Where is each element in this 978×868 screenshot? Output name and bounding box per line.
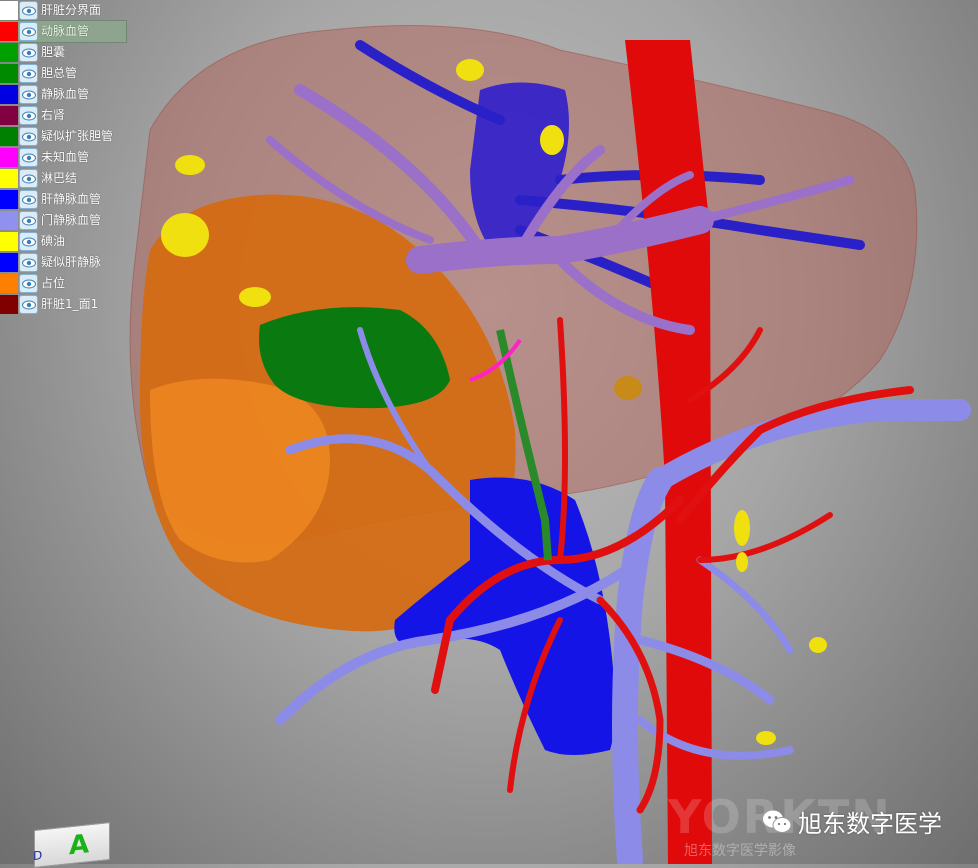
layer-color-swatch bbox=[0, 64, 18, 83]
cube-face-front: A bbox=[69, 829, 90, 862]
layer-row-lipiodol[interactable]: 碘油 bbox=[0, 231, 126, 252]
cube-face-left: D bbox=[33, 848, 43, 864]
layer-label: 右肾 bbox=[41, 108, 66, 122]
eye-icon[interactable] bbox=[19, 190, 38, 209]
layer-color-swatch bbox=[0, 190, 18, 209]
eye-icon[interactable] bbox=[19, 253, 38, 272]
layer-row-right-kidney[interactable]: 右肾 bbox=[0, 105, 126, 126]
layer-row-gallbladder[interactable]: 胆囊 bbox=[0, 42, 126, 63]
layer-color-swatch bbox=[0, 106, 18, 125]
layer-color-swatch bbox=[0, 232, 18, 251]
layer-label: 肝脏1_面1 bbox=[41, 297, 99, 311]
watermark-subtitle: 旭东数字医学影像 bbox=[684, 843, 796, 859]
layer-color-swatch bbox=[0, 127, 18, 146]
eye-icon[interactable] bbox=[19, 232, 38, 251]
eye-icon[interactable] bbox=[19, 106, 38, 125]
layer-label: 肝脏分界面 bbox=[41, 3, 102, 17]
eye-icon[interactable] bbox=[19, 1, 38, 20]
layer-row-unknown-vessel[interactable]: 未知血管 bbox=[0, 147, 126, 168]
layer-color-swatch bbox=[0, 274, 18, 293]
layer-row-artery[interactable]: 动脉血管 bbox=[0, 20, 127, 43]
layer-label: 肝静脉血管 bbox=[41, 192, 102, 206]
layer-row-suspected-hepatic-vein[interactable]: 疑似肝静脉 bbox=[0, 252, 126, 273]
eye-icon[interactable] bbox=[19, 169, 38, 188]
wechat-account-name: 旭东数字医学 bbox=[798, 810, 942, 838]
layer-color-swatch bbox=[0, 295, 18, 314]
eye-icon[interactable] bbox=[19, 127, 38, 146]
layer-label: 疑似肝静脉 bbox=[41, 255, 102, 269]
wechat-badge: 旭东数字医学 bbox=[762, 804, 942, 839]
layer-label: 胆总管 bbox=[41, 66, 78, 80]
layer-label: 胆囊 bbox=[41, 45, 66, 59]
layer-label: 疑似扩张胆管 bbox=[41, 129, 114, 143]
layer-row-portal-vein[interactable]: 门静脉血管 bbox=[0, 210, 126, 231]
layer-color-swatch bbox=[0, 253, 18, 272]
layer-row-hepatic-boundary[interactable]: 肝脏分界面 bbox=[0, 0, 126, 21]
eye-icon[interactable] bbox=[19, 43, 38, 62]
eye-icon[interactable] bbox=[19, 211, 38, 230]
layer-color-swatch bbox=[0, 169, 18, 188]
layer-row-dilated-bile-duct[interactable]: 疑似扩张胆管 bbox=[0, 126, 126, 147]
layer-panel: 肝脏分界面 动脉血管 胆囊 胆总管 静脉血管 右肾 疑似扩张胆管 未知血管 淋巴 bbox=[0, 0, 127, 315]
eye-icon[interactable] bbox=[19, 295, 38, 314]
eye-icon[interactable] bbox=[19, 274, 38, 293]
layer-label: 门静脉血管 bbox=[41, 213, 102, 227]
layer-row-common-bile-duct[interactable]: 胆总管 bbox=[0, 63, 126, 84]
layer-color-swatch bbox=[0, 148, 18, 167]
eye-icon[interactable] bbox=[19, 64, 38, 83]
layer-color-swatch bbox=[0, 1, 18, 20]
layer-color-swatch bbox=[0, 22, 18, 41]
layer-row-mass[interactable]: 占位 bbox=[0, 273, 126, 294]
layer-row-liver-surface[interactable]: 肝脏1_面1 bbox=[0, 294, 126, 315]
layer-row-vein[interactable]: 静脉血管 bbox=[0, 84, 126, 105]
wechat-icon bbox=[762, 809, 792, 835]
layer-row-lymph-node[interactable]: 淋巴结 bbox=[0, 168, 126, 189]
layer-label: 淋巴结 bbox=[41, 171, 78, 185]
layer-row-hepatic-vein[interactable]: 肝静脉血管 bbox=[0, 189, 126, 210]
layer-label: 碘油 bbox=[41, 234, 66, 248]
layer-color-swatch bbox=[0, 43, 18, 62]
eye-icon[interactable] bbox=[19, 22, 38, 41]
layer-color-swatch bbox=[0, 211, 18, 230]
layer-label: 占位 bbox=[41, 276, 66, 290]
orientation-cube[interactable]: D A bbox=[33, 822, 110, 868]
layer-label: 动脉血管 bbox=[41, 24, 90, 38]
layer-label: 静脉血管 bbox=[41, 87, 90, 101]
layer-color-swatch bbox=[0, 85, 18, 104]
3d-viewport[interactable] bbox=[0, 0, 978, 864]
eye-icon[interactable] bbox=[19, 148, 38, 167]
eye-icon[interactable] bbox=[19, 85, 38, 104]
layer-label: 未知血管 bbox=[41, 150, 90, 164]
